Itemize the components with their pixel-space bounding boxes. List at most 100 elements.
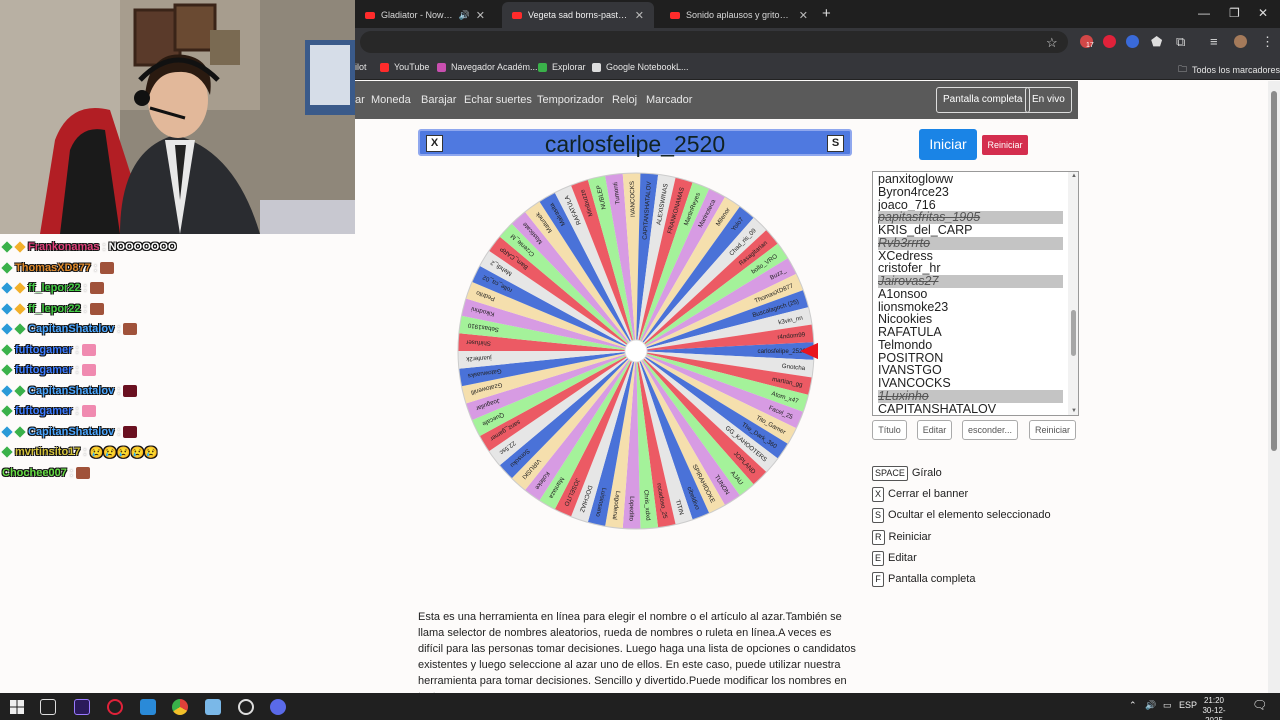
tray-chevron-icon[interactable]: ⌃ [1129,700,1137,711]
entry-item[interactable]: Jairovas27 [878,275,1063,288]
nav-link[interactable]: Echar suertes [464,94,532,106]
entry-item[interactable]: joaco_716 [878,199,1063,212]
obs-icon[interactable] [238,699,254,715]
hide-selected-button[interactable]: S [827,135,844,152]
nav-link[interactable]: Reloj [612,94,637,106]
close-tab-icon[interactable]: ✕ [476,9,485,22]
live-button[interactable]: En vivo [1025,87,1072,113]
chat-message: Frankonamas: NOOOOOOO [1,238,176,256]
close-tab-icon[interactable]: ✕ [799,9,808,22]
discord-icon[interactable] [270,699,286,715]
name-wheel[interactable]: carlosfelipe_2520Gnotchamartian_ggAtom_x… [456,170,818,532]
opera-icon[interactable] [107,699,123,715]
nav-link[interactable]: Marcador [646,94,692,106]
after-effects-icon[interactable] [74,699,90,715]
chat-badge-icon [1,261,13,274]
entry-item[interactable]: panxitogloww [878,173,1063,186]
reset-list-button[interactable]: Reiniciar [1029,420,1076,440]
nav-link[interactable]: Moneda [371,94,411,106]
notifications-icon[interactable]: 🗨 [1252,698,1267,712]
new-tab-button[interactable]: + [822,5,831,22]
fullscreen-button[interactable]: Pantalla completa [936,87,1030,113]
profile-avatar[interactable] [1234,35,1247,48]
media-queue-icon[interactable]: ≡ [1210,34,1218,49]
entries-scrollbar[interactable]: ▲ ▼ [1068,172,1078,415]
record-extension-icon[interactable] [1103,35,1116,48]
wheel-label: carlosfelipe_2520 [757,348,806,355]
minimize-button[interactable]: — [1198,6,1210,20]
chat-separator: : [93,261,97,274]
wheel-label: juanfer2k [465,354,493,362]
entry-item[interactable]: XCedress [878,250,1063,263]
youtube-favicon-icon [670,11,680,19]
chat-emote-icon [81,364,96,376]
bookmark-item[interactable]: Navegador Académ... [437,62,538,72]
entries-scroll-thumb[interactable] [1071,310,1076,356]
address-bar[interactable]: ☆ [360,31,1068,53]
close-window-button[interactable]: ✕ [1258,6,1268,20]
notepad-icon[interactable] [205,699,221,715]
network-icon[interactable]: ▭ [1163,700,1172,711]
title-button[interactable]: Título [872,420,907,440]
entry-item[interactable]: Rvb3rrrto [878,236,1063,250]
browser-tab[interactable]: Gladiator - Now We Are Free 🔊 ✕ [355,2,495,28]
entry-item[interactable]: Nicookies [878,313,1063,326]
entry-item[interactable]: lionsmoke23 [878,301,1063,314]
entry-item[interactable]: CAPITANSHATALOV [878,403,1063,416]
puzzle-extensions-icon[interactable]: ⧉ [1176,34,1185,50]
chat-separator: : [75,364,79,376]
taskbar-clock[interactable]: 21:20 30-12-2025 [1196,696,1232,720]
shortcut-key: S [872,507,885,523]
tool-description: Esta es una herramienta en línea para el… [418,611,856,703]
restore-button[interactable]: ❐ [1229,6,1240,20]
bookmark-item[interactable]: Explorar [538,62,586,72]
scroll-down-icon[interactable]: ▼ [1071,408,1077,414]
entry-item[interactable]: RAFATULA [878,326,1063,339]
page-scroll-thumb[interactable] [1271,91,1277,451]
nav-link[interactable]: ar [355,94,365,106]
tab-audio-icon[interactable]: 🔊 [459,10,470,21]
entry-item[interactable]: POSITRON [878,352,1063,365]
entry-item[interactable]: IVANSTGO [878,364,1063,377]
entries-textarea[interactable]: panxitogloww Byron4rce23 joaco_716 papitasf… [872,171,1079,416]
entry-item[interactable]: cristofer_hr [878,262,1063,275]
entry-item[interactable]: KRIS_del_CARP [878,224,1063,237]
task-view-icon[interactable] [40,699,56,715]
chat-separator: : [75,343,79,356]
speaker-icon[interactable]: 🔊 [1145,700,1156,711]
entry-item[interactable]: Byron4rce23 [878,186,1063,199]
entry-item[interactable]: IVANCOCKS [878,377,1063,390]
start-button[interactable] [9,699,25,715]
entry-item[interactable]: papitasfritas_1905 [878,211,1063,224]
entry-item[interactable]: A1onsoo [878,288,1063,301]
bookmark-star-icon[interactable]: ☆ [1046,35,1058,51]
streamlabs-icon[interactable] [140,699,156,715]
shield-extension-icon[interactable]: ⬟ [1151,34,1162,50]
entry-item[interactable]: 1Luxinho [878,389,1063,403]
close-banner-button[interactable]: X [426,135,443,152]
language-indicator[interactable]: ESP [1179,700,1197,710]
chrome-icon[interactable] [172,699,188,715]
wheel-hub [624,339,648,363]
bookmark-item[interactable]: YouTube [380,62,429,72]
shortcut-key: F [872,571,884,587]
hide-button[interactable]: esconder... [962,420,1018,440]
browser-tab[interactable]: Vegeta sad borns-past live (slowed) ✕ [502,2,654,28]
all-bookmarks-folder[interactable]: 🗀 Todos los marcadores [1178,62,1280,78]
bookmark-item[interactable]: ilot [355,62,367,72]
reset-button[interactable]: Reiniciar [982,135,1028,155]
bookmark-item[interactable]: Google NotebookL... [592,62,689,72]
menu-kebab-icon[interactable]: ⋮ [1261,34,1274,50]
chat-username: fuftogamer [15,405,73,417]
close-tab-icon[interactable]: ✕ [635,9,644,22]
page-scrollbar[interactable] [1268,81,1280,693]
entry-item[interactable]: Telmondo [878,339,1063,352]
scroll-up-icon[interactable]: ▲ [1071,173,1077,179]
nav-link[interactable]: Barajar [421,94,456,106]
wheel-label: Shirfuser [466,338,491,346]
nav-link[interactable]: Temporizador [537,94,604,106]
browser-tab[interactable]: Sonido aplausos y gritos del público ✕ [660,2,818,28]
translate-extension-icon[interactable] [1126,35,1139,48]
start-spin-button[interactable]: Iniciar [919,129,977,160]
edit-button[interactable]: Editar [917,420,952,440]
